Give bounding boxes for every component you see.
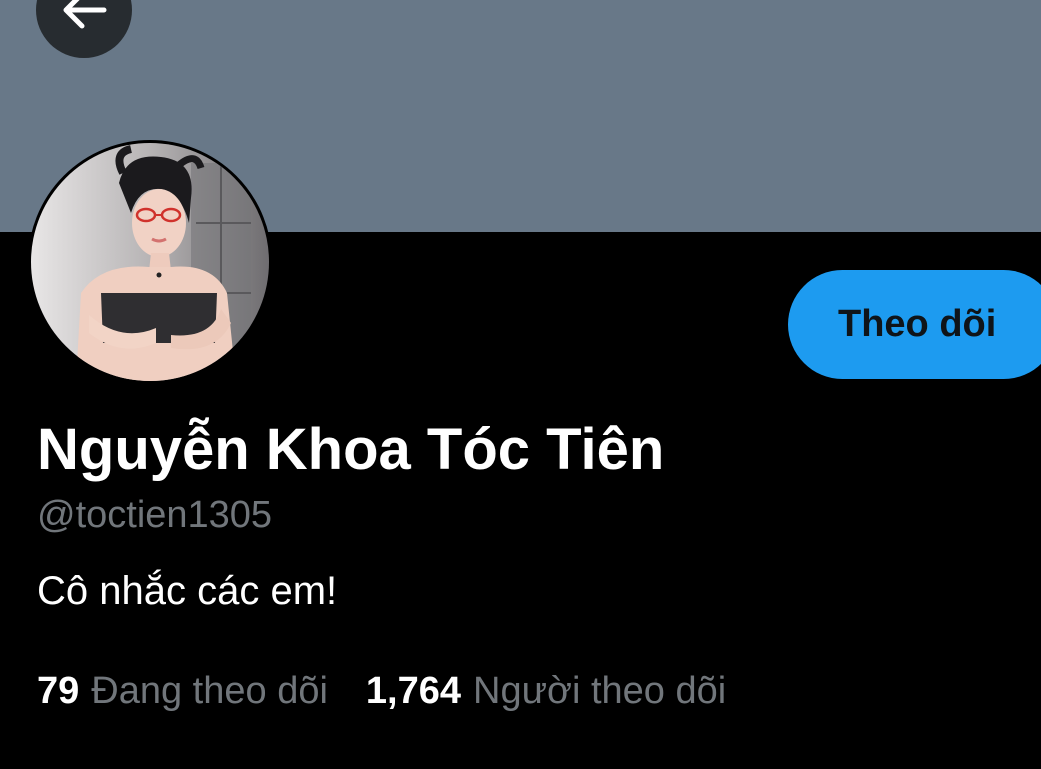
user-handle: @toctien1305 [37, 494, 273, 536]
following-count: 79 [37, 670, 80, 712]
profile-stats: 79 Đang theo dõi 1,764 Người theo dõi [37, 664, 726, 718]
profile-photo [31, 143, 269, 381]
arrow-left-icon [60, 0, 108, 30]
followers-stat[interactable]: 1,764 Người theo dõi [366, 664, 726, 718]
followers-label: Người theo dõi [473, 670, 727, 712]
profile-avatar[interactable] [28, 140, 272, 384]
follow-button[interactable]: Theo dõi [788, 270, 1041, 379]
following-stat[interactable]: 79 Đang theo dõi [37, 664, 328, 718]
followers-count: 1,764 [365, 670, 462, 712]
profile-bio: Cô nhắc các em! [37, 569, 338, 613]
following-label: Đang theo dõi [91, 670, 328, 712]
display-name: Nguyễn Khoa Tóc Tiên [37, 417, 665, 482]
